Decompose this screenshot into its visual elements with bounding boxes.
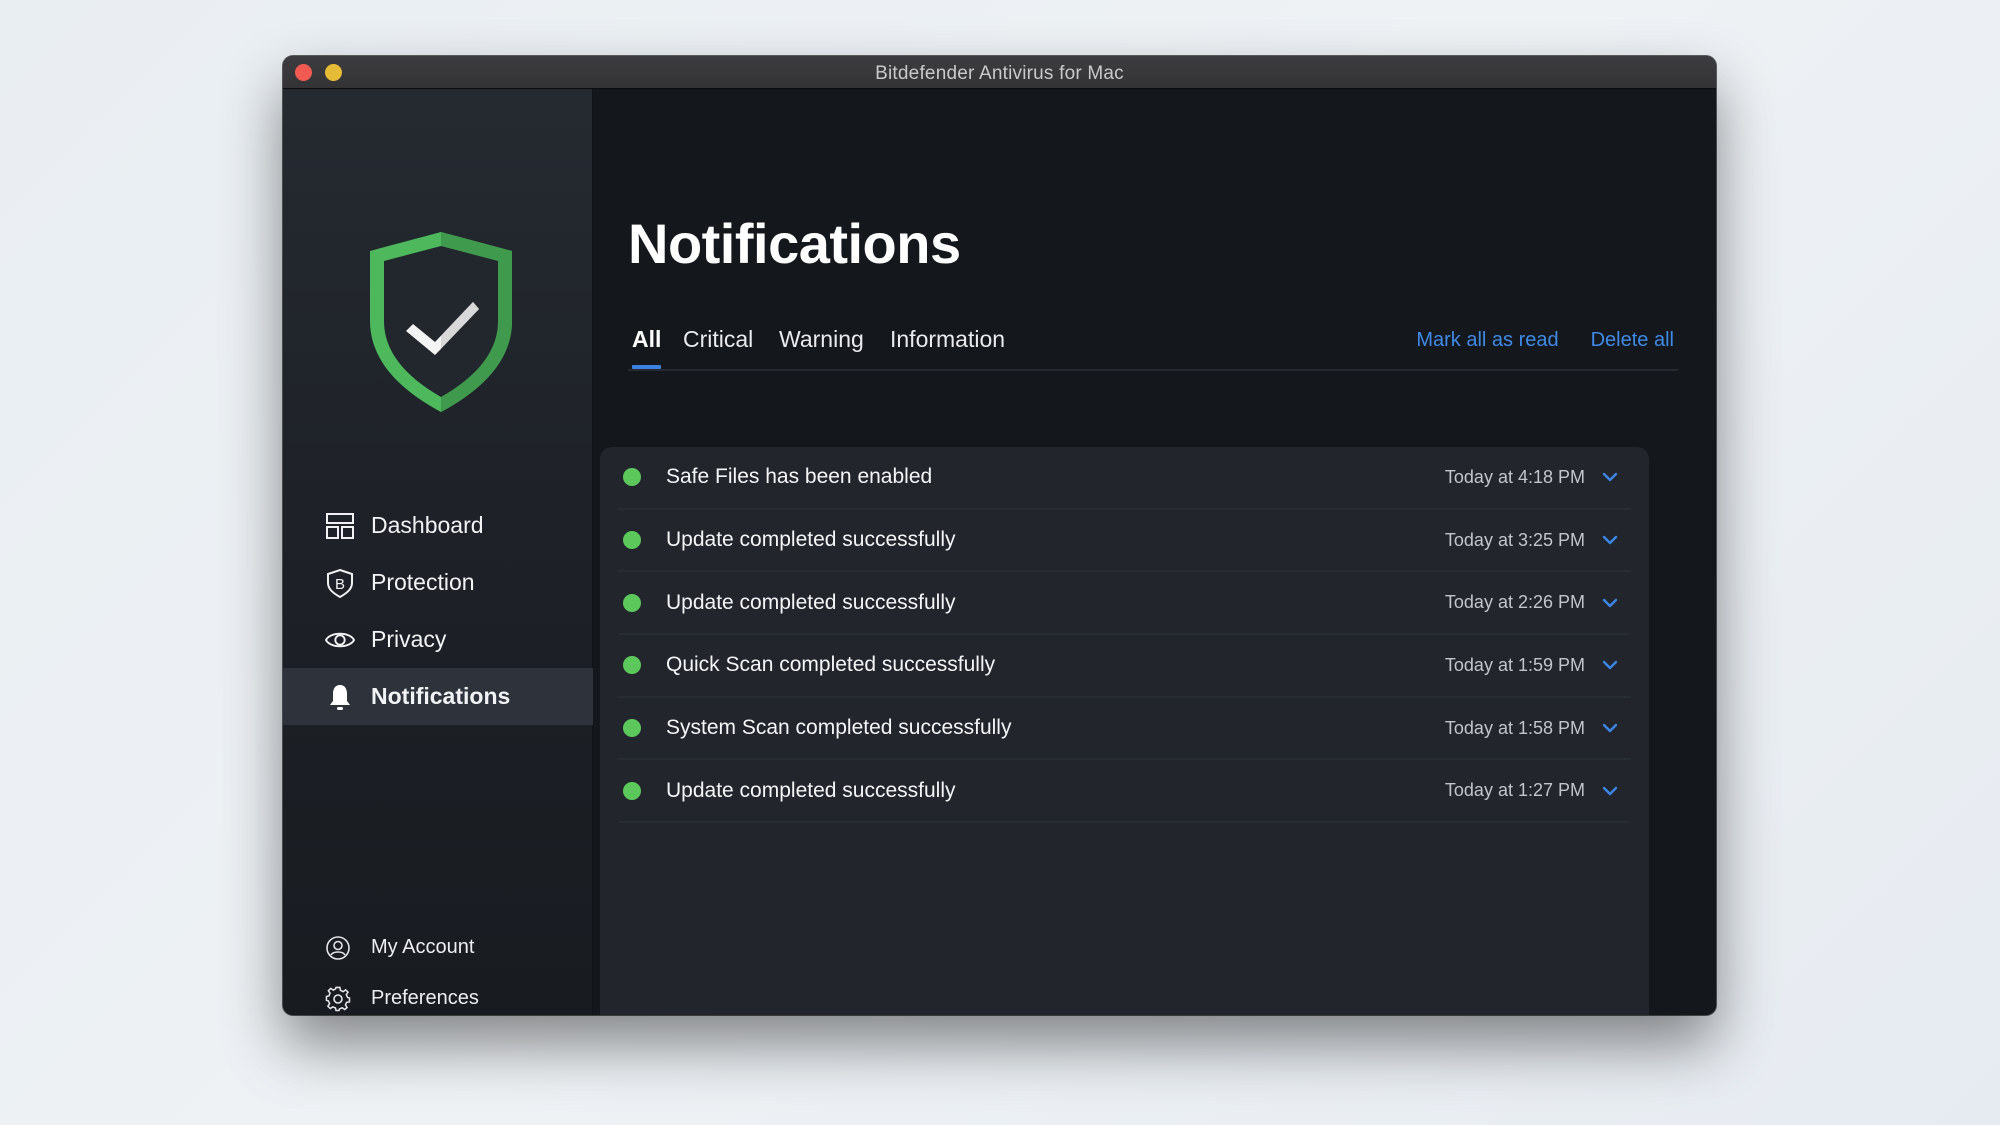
filter-tabs: All Critical Warning Information Mark al… bbox=[628, 326, 1678, 371]
main-nav: Dashboard B Protection Privacy Notificat… bbox=[283, 497, 593, 725]
tab-warning[interactable]: Warning bbox=[779, 326, 864, 365]
chevron-down-icon[interactable] bbox=[1599, 654, 1621, 676]
title-bar[interactable]: Bitdefender Antivirus for Mac bbox=[283, 56, 1716, 89]
sidebar: Dashboard B Protection Privacy Notificat… bbox=[283, 89, 593, 1015]
sidebar-item-notifications[interactable]: Notifications bbox=[283, 668, 593, 725]
status-dot bbox=[623, 781, 641, 800]
svg-text:B: B bbox=[335, 576, 345, 593]
notification-time: Today at 1:59 PM bbox=[1444, 654, 1585, 675]
bell-icon bbox=[325, 682, 355, 712]
tab-all[interactable]: All bbox=[632, 326, 662, 369]
notifications-card: Safe Files has been enabled Today at 4:1… bbox=[600, 447, 1649, 1015]
chevron-down-icon[interactable] bbox=[1599, 466, 1621, 488]
notification-row[interactable]: Update completed successfully Today at 3… bbox=[618, 510, 1631, 573]
eye-icon bbox=[325, 625, 355, 655]
sidebar-item-label: My Account bbox=[371, 936, 475, 958]
notification-title: Update completed successfully bbox=[666, 590, 956, 614]
notification-time: Today at 4:18 PM bbox=[1444, 466, 1585, 487]
window-title: Bitdefender Antivirus for Mac bbox=[875, 63, 1124, 84]
notification-time: Today at 2:26 PM bbox=[1444, 592, 1585, 613]
sidebar-item-label: Dashboard bbox=[371, 512, 484, 538]
bottom-nav: My Account Preferences Help bbox=[283, 922, 593, 1015]
notification-title: Safe Files has been enabled bbox=[666, 465, 933, 489]
chevron-down-icon[interactable] bbox=[1599, 780, 1621, 802]
dashboard-icon bbox=[325, 511, 355, 541]
page-title: Notifications bbox=[628, 212, 961, 275]
sidebar-item-privacy[interactable]: Privacy bbox=[283, 611, 593, 668]
notification-time: Today at 1:27 PM bbox=[1444, 780, 1585, 801]
shield-check-logo bbox=[366, 229, 516, 414]
sidebar-item-protection[interactable]: B Protection bbox=[283, 554, 593, 611]
notification-title: System Scan completed successfully bbox=[666, 716, 1012, 740]
account-icon bbox=[325, 935, 351, 961]
chevron-down-icon[interactable] bbox=[1599, 717, 1621, 739]
notification-time: Today at 3:25 PM bbox=[1444, 529, 1585, 550]
notifications-list: Safe Files has been enabled Today at 4:1… bbox=[618, 447, 1631, 824]
notification-title: Update completed successfully bbox=[666, 528, 956, 552]
list-actions: Mark all as read Delete all bbox=[1416, 329, 1674, 352]
status-dot bbox=[623, 593, 641, 612]
sidebar-item-label: Notifications bbox=[371, 683, 511, 709]
notification-row[interactable]: Safe Files has been enabled Today at 4:1… bbox=[618, 447, 1631, 510]
notification-row[interactable]: Update completed successfully Today at 2… bbox=[618, 572, 1631, 636]
sidebar-item-label: Preferences bbox=[371, 987, 479, 1009]
notification-row[interactable]: Quick Scan completed successfully Today … bbox=[618, 635, 1631, 698]
app-window: Bitdefender Antivirus for Mac Dashboard … bbox=[283, 56, 1716, 1015]
chevron-down-icon[interactable] bbox=[1599, 529, 1621, 551]
sidebar-item-label: Privacy bbox=[371, 626, 447, 652]
status-dot bbox=[623, 531, 641, 550]
sidebar-item-label: Protection bbox=[371, 569, 475, 595]
chevron-down-icon[interactable] bbox=[1599, 592, 1621, 614]
notification-row[interactable]: System Scan completed successfully Today… bbox=[618, 698, 1631, 761]
notification-time: Today at 1:58 PM bbox=[1444, 717, 1585, 738]
tab-critical[interactable]: Critical bbox=[683, 326, 753, 365]
main-content: Notifications All Critical Warning Infor… bbox=[594, 89, 1716, 1015]
notification-title: Quick Scan completed successfully bbox=[666, 653, 996, 677]
gear-icon bbox=[325, 986, 351, 1012]
status-dot bbox=[623, 656, 641, 675]
sidebar-item-dashboard[interactable]: Dashboard bbox=[283, 497, 593, 554]
notification-title: Update completed successfully bbox=[666, 778, 956, 802]
notification-row[interactable]: Update completed successfully Today at 1… bbox=[618, 760, 1631, 824]
sidebar-item-preferences[interactable]: Preferences bbox=[283, 973, 593, 1015]
sidebar-item-my-account[interactable]: My Account bbox=[283, 922, 593, 973]
mark-all-read-link[interactable]: Mark all as read bbox=[1416, 329, 1558, 352]
delete-all-link[interactable]: Delete all bbox=[1591, 329, 1674, 352]
status-dot bbox=[623, 468, 641, 487]
status-dot bbox=[623, 719, 641, 738]
tab-information[interactable]: Information bbox=[890, 326, 1005, 365]
protection-shield-icon: B bbox=[325, 568, 355, 598]
